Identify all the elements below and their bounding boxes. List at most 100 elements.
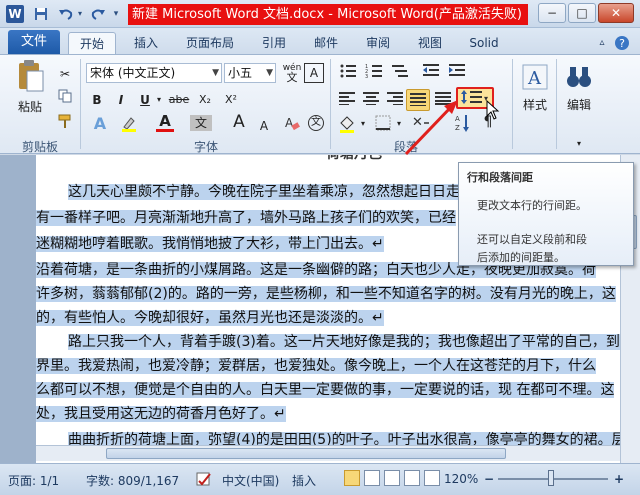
zoom-in-button[interactable]: +	[614, 472, 624, 486]
binoculars-icon	[567, 67, 591, 87]
font-name-value: 宋体 (中文正文)	[90, 66, 176, 80]
font-size-value: 小五	[228, 66, 253, 80]
strikethrough-button[interactable]: abe	[168, 91, 190, 109]
minimize-ribbon-icon[interactable]: ▵	[594, 32, 610, 54]
tab-review[interactable]: 审阅	[356, 32, 400, 54]
subscript-button[interactable]: X₂	[194, 91, 216, 109]
word-count[interactable]: 字数: 809/1,167	[86, 472, 179, 489]
help-icon[interactable]: ?	[612, 32, 632, 54]
zoom-level[interactable]: 120%	[444, 472, 478, 486]
numbering-icon[interactable]: 123	[362, 63, 386, 84]
group-separator	[556, 59, 557, 149]
outline-view-icon[interactable]	[404, 470, 420, 486]
font-size-combo[interactable]: 小五 ▼	[224, 63, 276, 83]
font-color-button[interactable]: A	[154, 113, 176, 132]
print-layout-view-icon[interactable]	[344, 470, 360, 486]
editing-label: 编辑	[566, 98, 591, 112]
align-center-icon[interactable]	[360, 91, 382, 110]
shading-fill-icon[interactable]	[336, 115, 358, 138]
styles-icon: A	[522, 64, 548, 90]
tab-mailings[interactable]: 邮件	[304, 32, 348, 54]
window-title: 新建 Microsoft Word 文档.docx - Microsoft Wo…	[128, 4, 528, 25]
ribbon-home: 粘贴 ✂ 剪贴板 宋体 (中文正文) ▼ 小五 ▼ wén 文 A B I U …	[0, 54, 640, 154]
shading-button[interactable]: 文	[190, 115, 212, 131]
customize-qat-icon[interactable]: ▾	[110, 5, 122, 23]
line-spacing-tooltip: 行和段落间距 更改文本行的行间距。 还可以自定义段前和段 后添加的间距量。	[458, 162, 634, 266]
decrease-indent-icon[interactable]	[420, 63, 442, 84]
clear-format-button[interactable]: A	[282, 115, 302, 136]
tab-insert[interactable]: 插入	[124, 32, 168, 54]
italic-button[interactable]: I	[112, 91, 130, 109]
horizontal-scrollbar[interactable]	[36, 445, 620, 461]
undo-icon[interactable]	[56, 5, 76, 23]
zoom-out-button[interactable]: −	[484, 472, 494, 486]
maximize-button[interactable]: □	[568, 3, 596, 23]
page-count[interactable]: 页面: 1/1	[8, 472, 59, 489]
underline-dropdown-icon[interactable]: ▾	[154, 91, 164, 109]
title-bar: W ▾ ▾ 新建 Microsoft Word 文档.docx - Micros…	[0, 0, 640, 28]
cut-icon[interactable]: ✂	[56, 65, 74, 83]
enclose-char-button[interactable]: 文	[306, 115, 326, 131]
enclose-char-glyph: 文	[308, 115, 324, 131]
copy-icon[interactable]	[56, 89, 74, 107]
group-separator	[512, 59, 513, 149]
increase-indent-icon[interactable]	[446, 63, 468, 84]
text-effects-button[interactable]: A	[88, 115, 112, 133]
redo-icon[interactable]	[88, 5, 108, 23]
word-app-icon[interactable]: W	[6, 5, 24, 23]
phonetic-guide-button[interactable]: wén 文	[282, 63, 302, 83]
superscript-button[interactable]: X²	[220, 91, 242, 109]
format-painter-icon[interactable]	[56, 113, 74, 131]
hscroll-thumb[interactable]	[106, 448, 506, 459]
grow-font-glyph: A	[233, 112, 245, 132]
ribbon-tabs: 文件 开始 插入 页面布局 引用 邮件 审阅 视图 Solid ▵ ?	[0, 28, 640, 54]
full-screen-view-icon[interactable]	[364, 470, 380, 486]
tab-page-layout[interactable]: 页面布局	[176, 32, 244, 54]
tooltip-line: 更改文本行的行间距。	[477, 199, 587, 212]
group-separator	[330, 59, 331, 149]
draft-view-icon[interactable]	[424, 470, 440, 486]
tooltip-line: 后添加的间距量。	[477, 251, 565, 264]
insert-mode[interactable]: 插入	[292, 472, 316, 489]
annotation-arrow	[404, 100, 458, 156]
paste-icon	[19, 60, 44, 92]
bullets-icon[interactable]	[336, 63, 360, 84]
char-border-button[interactable]: A	[304, 63, 324, 83]
tab-view[interactable]: 视图	[408, 32, 452, 54]
doc-line: 路上只我一个人，背着手踱(3)着。这一片天地好像是我的；我也像超出了平常的自己，…	[68, 334, 620, 350]
borders-icon[interactable]	[372, 115, 394, 136]
eraser-icon: A	[285, 116, 300, 131]
shrink-font-glyph: A	[259, 119, 269, 133]
proofing-icon[interactable]	[196, 472, 212, 491]
styles-button[interactable]: A 样式	[516, 63, 554, 123]
zoom-slider-thumb[interactable]	[548, 470, 554, 486]
minimize-button[interactable]: −	[538, 3, 566, 23]
highlight-color-button[interactable]	[118, 115, 140, 138]
language-indicator[interactable]: 中文(中国)	[222, 472, 279, 489]
doc-line: 界里。我爱热闹，也爱冷静；爱群居，也爱独处。像今晚上，一个人在这苍茫的月下，什么	[36, 358, 596, 374]
doc-line: 有一番样子吧。月亮渐渐地升高了，墙外马路上孩子们的欢笑，已经	[36, 210, 456, 226]
bold-button[interactable]: B	[88, 91, 106, 109]
svg-text:A: A	[527, 68, 542, 89]
web-layout-view-icon[interactable]	[384, 470, 400, 486]
underline-button[interactable]: U	[136, 91, 154, 109]
doc-line: 处，我且受用这无边的荷香月色好了。↵	[36, 406, 286, 422]
undo-dropdown-icon[interactable]: ▾	[76, 5, 84, 23]
save-icon[interactable]	[32, 5, 50, 23]
multilevel-list-icon[interactable]	[388, 63, 412, 84]
wen-label: 文	[286, 71, 298, 84]
grow-font-button[interactable]: A	[228, 113, 250, 131]
tab-references[interactable]: 引用	[252, 32, 296, 54]
tab-home[interactable]: 开始	[68, 32, 116, 54]
tab-file[interactable]: 文件	[8, 30, 60, 54]
align-left-icon[interactable]	[336, 91, 358, 110]
shading-dropdown-icon[interactable]: ▾	[358, 115, 368, 133]
shrink-font-button[interactable]: A	[254, 117, 274, 135]
editing-dropdown-icon[interactable]: ▾	[572, 135, 586, 153]
tab-solid[interactable]: Solid	[460, 32, 508, 54]
font-name-combo[interactable]: 宋体 (中文正文) ▼	[86, 63, 222, 83]
shading-glyph: 文	[190, 115, 212, 131]
editing-button[interactable]: 编辑	[560, 63, 598, 123]
paste-button[interactable]: 粘贴	[10, 59, 50, 119]
close-button[interactable]: ✕	[598, 3, 634, 23]
